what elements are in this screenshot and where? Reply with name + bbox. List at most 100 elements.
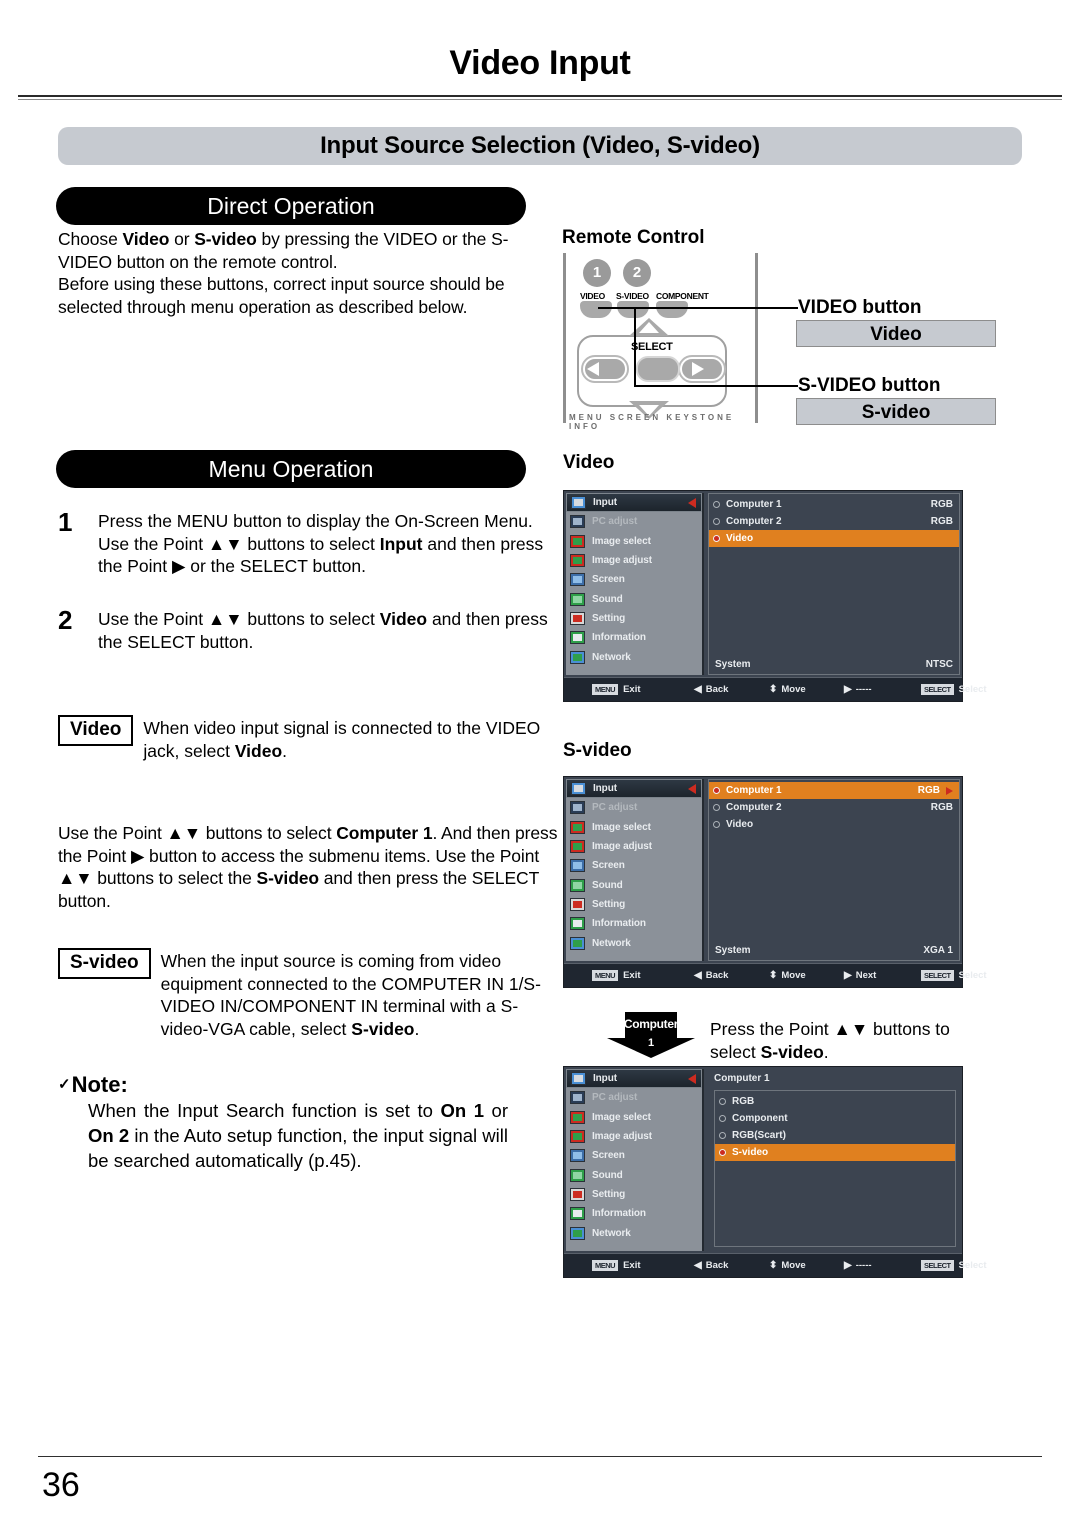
hint-glyph-icon: ▶ xyxy=(844,684,852,695)
osd-option-rgb[interactable]: RGB xyxy=(715,1093,955,1110)
osd-sidebar-item-input[interactable]: Input xyxy=(566,493,702,513)
osd-sidebar-item-setting[interactable]: Setting xyxy=(566,1185,702,1204)
hint-label: Back xyxy=(705,684,729,695)
osd-option-label: Computer 1 xyxy=(726,499,782,510)
osd-sidebar-item-image-select[interactable]: Image select xyxy=(566,818,702,837)
osd-sidebar-item-information[interactable]: Information xyxy=(566,914,702,933)
osd-sidebar-item-setting[interactable]: Setting xyxy=(566,609,702,628)
osd-option-video[interactable]: Video xyxy=(709,530,959,547)
osd-option-rgb-scart-[interactable]: RGB(Scart) xyxy=(715,1127,955,1144)
osd-option-s-video[interactable]: S-video xyxy=(715,1144,955,1161)
osd-option-value: RGB xyxy=(930,516,953,527)
input-icon xyxy=(571,1072,586,1086)
image-select-icon xyxy=(570,534,585,548)
information-icon xyxy=(570,917,585,931)
osd-screenshot-submenu: Input PC adjust Image select Image adjust Sc… xyxy=(563,1066,987,1278)
header-rule xyxy=(18,95,1062,100)
osd-option-computer-1[interactable]: Computer 1 RGB xyxy=(709,782,959,799)
osd-sidebar-item-setting[interactable]: Setting xyxy=(566,895,702,914)
osd-sidebar-item-network[interactable]: Network xyxy=(566,933,702,952)
osd-sidebar-item-sound[interactable]: Sound xyxy=(566,589,702,608)
radio-icon xyxy=(713,535,720,542)
osd-sidebar-item-sound[interactable]: Sound xyxy=(566,1165,702,1184)
osd-sidebar-item-label: PC adjust xyxy=(592,802,638,814)
osd-option-label: Computer 1 xyxy=(726,785,782,796)
hint-exit: MENU Exit xyxy=(592,1260,641,1271)
osd-sidebar-item-label: Screen xyxy=(592,574,625,586)
osd-sidebar-item-pc-adjust[interactable]: PC adjust xyxy=(566,798,702,817)
osd-sidebar-item-image-select[interactable]: Image select xyxy=(566,1108,702,1127)
setting-icon xyxy=(570,611,585,625)
osd-sidebar-item-input[interactable]: Input xyxy=(566,1069,702,1089)
badge-2: 2 xyxy=(623,259,651,287)
direct-paragraph-1: Choose Video or S-video by pressing the … xyxy=(58,229,509,272)
osd-sidebar-item-label: Setting xyxy=(592,898,626,910)
osd-option-component[interactable]: Component xyxy=(715,1110,955,1127)
osd-submenu-panel: RGB Component RGB(Scart) S-video xyxy=(714,1090,956,1247)
svideo-key[interactable] xyxy=(617,301,649,318)
section-title-bar: Input Source Selection (Video, S-video) xyxy=(58,127,1022,165)
osd-sidebar-item-information[interactable]: Information xyxy=(566,628,702,647)
osd-sidebar-item-image-adjust[interactable]: Image adjust xyxy=(566,551,702,570)
radio-icon xyxy=(713,501,720,508)
setting-icon xyxy=(570,897,585,911)
component-key[interactable] xyxy=(656,301,688,318)
osd-screenshot-video: Input PC adjust Image select Image adjust Sc… xyxy=(563,490,987,702)
hint-label: Back xyxy=(705,970,729,981)
osd-sidebar-item-screen[interactable]: Screen xyxy=(566,570,702,589)
osd-sidebar-item-network[interactable]: Network xyxy=(566,1223,702,1242)
image-adjust-icon xyxy=(570,554,585,568)
direct-paragraph-2: Before using these buttons, correct inpu… xyxy=(58,274,505,317)
osd-sidebar-item-information[interactable]: Information xyxy=(566,1204,702,1223)
osd-sidebar-item-label: Information xyxy=(592,918,646,930)
osd-sidebar-item-pc-adjust[interactable]: PC adjust xyxy=(566,1088,702,1107)
osd-option-value: RGB xyxy=(917,785,940,796)
osd-option-computer-1[interactable]: Computer 1 RGB xyxy=(709,496,959,513)
osd-option-value: RGB xyxy=(930,802,953,813)
osd-option-computer-2[interactable]: Computer 2 RGB xyxy=(709,799,959,816)
hint-label: Exit xyxy=(623,970,641,981)
osd-sidebar-item-label: Input xyxy=(593,1073,617,1085)
direct-operation-text: Choose Video or S-video by pressing the … xyxy=(58,228,558,318)
hint-glyph-icon: ⬍ xyxy=(769,684,778,695)
hint-select: SELECT Select xyxy=(921,1260,987,1271)
video-button-callout-title: VIDEO button xyxy=(798,297,922,318)
sound-icon xyxy=(570,592,585,606)
left-arrow-icon xyxy=(688,783,696,794)
hint-glyph-icon: ◀ xyxy=(694,684,702,695)
osd-sidebar-item-image-adjust[interactable]: Image adjust xyxy=(566,1127,702,1146)
hint-exit: MENU Exit xyxy=(592,684,641,695)
osd-sidebar-item-network[interactable]: Network xyxy=(566,647,702,666)
step-1-number: 1 xyxy=(58,507,73,537)
image-adjust-icon xyxy=(570,840,585,854)
osd-sidebar-item-screen[interactable]: Screen xyxy=(566,1146,702,1165)
svideo-key-label: S-VIDEO xyxy=(616,291,649,301)
right-arrow-icon xyxy=(692,362,704,376)
osd-sidebar-item-sound[interactable]: Sound xyxy=(566,875,702,894)
osd-option-label: Video xyxy=(726,819,754,830)
select-key[interactable] xyxy=(636,356,680,382)
osd-sidebar-item-input[interactable]: Input xyxy=(566,779,702,799)
hint-next: ▶ ----- xyxy=(844,684,872,695)
osd-system-row: System XGA 1 xyxy=(709,941,959,960)
osd-sidebar-item-image-select[interactable]: Image select xyxy=(566,532,702,551)
osd-option-computer-2[interactable]: Computer 2 RGB xyxy=(709,513,959,530)
hint-select: SELECT Select xyxy=(921,684,987,695)
osd-system-label: System xyxy=(715,659,751,670)
hint-move: ⬍ Move xyxy=(769,1260,806,1271)
keycap: MENU xyxy=(592,1260,619,1271)
hint-back: ◀ Back xyxy=(694,684,728,695)
radio-icon xyxy=(719,1132,726,1139)
svideo-button-callout-value: S-video xyxy=(796,398,996,425)
screen-icon xyxy=(570,573,585,587)
osd-sidebar-item-pc-adjust[interactable]: PC adjust xyxy=(566,512,702,531)
svideo-leader-line-h xyxy=(634,385,798,387)
input-icon xyxy=(571,782,586,796)
video-key[interactable] xyxy=(580,301,612,318)
osd-sidebar-item-label: Information xyxy=(592,1208,646,1220)
osd-sidebar-item-image-adjust[interactable]: Image adjust xyxy=(566,837,702,856)
osd-sidebar-item-screen[interactable]: Screen xyxy=(566,856,702,875)
osd-option-video[interactable]: Video xyxy=(709,816,959,833)
osd-main-panel: Computer 1 RGB Computer 2 RGB Video System NTS… xyxy=(708,493,960,675)
information-icon xyxy=(570,631,585,645)
